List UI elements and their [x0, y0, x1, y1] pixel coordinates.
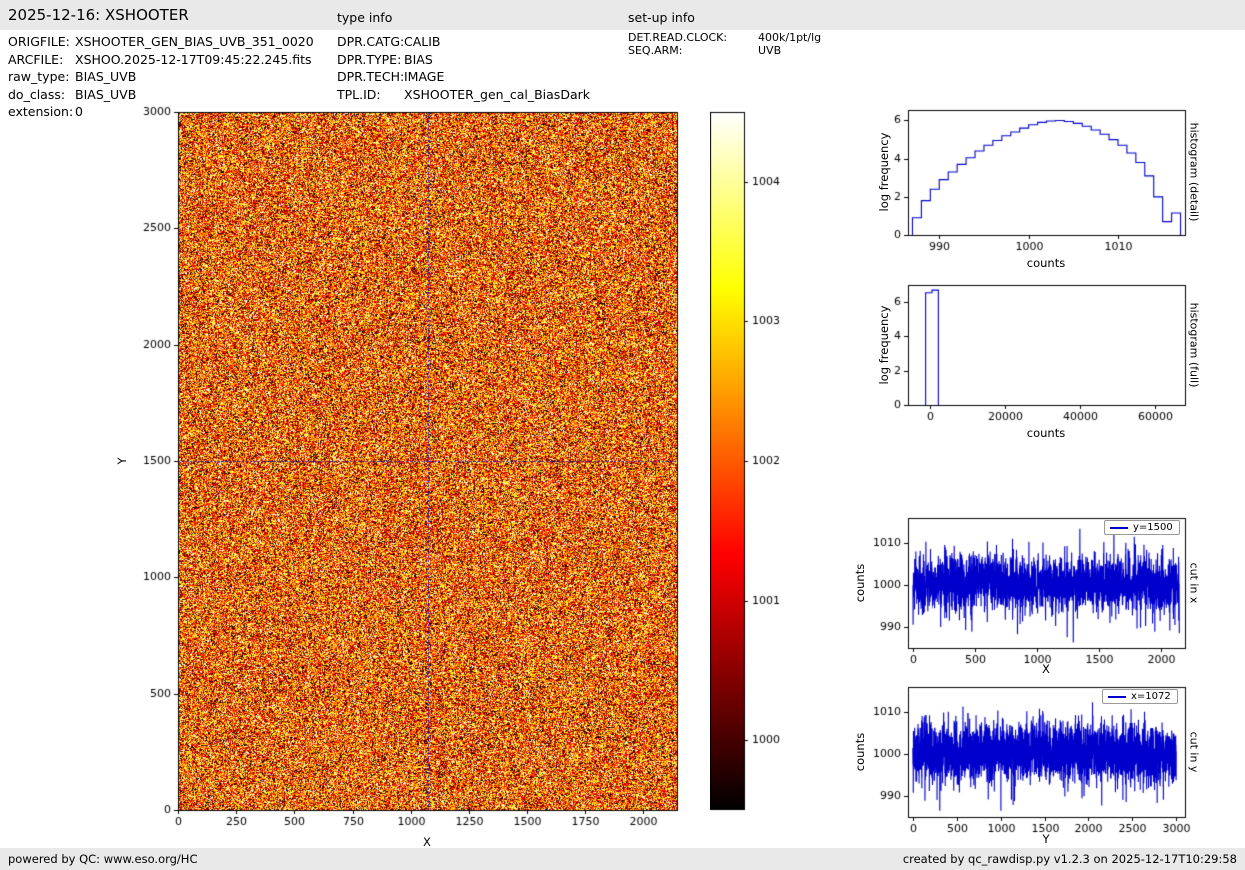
metadata-value: 400k/1pt/lg: [758, 32, 821, 45]
metadata-row: ORIGFILE:XSHOOTER_GEN_BIAS_UVB_351_0020: [8, 33, 314, 51]
colorbar: [710, 106, 800, 818]
metadata-value: CALIB: [404, 33, 441, 51]
metadata-key: ARCFILE:: [8, 51, 75, 69]
hist-detail-x-axis-label: counts: [1027, 256, 1065, 270]
legend-line-sample: [1108, 696, 1126, 698]
metadata-key: DPR.TYPE:: [337, 51, 404, 69]
bias-image-plot: [130, 100, 692, 840]
metadata-key: DET.READ.CLOCK:: [628, 32, 758, 45]
metadata-row: DET.READ.CLOCK:400k/1pt/lg: [628, 32, 821, 45]
cut-x-x-axis-label: X: [1042, 662, 1050, 676]
metadata-row: DPR.CATG:CALIB: [337, 33, 590, 51]
metadata-key: ORIGFILE:: [8, 33, 75, 51]
metadata-row: DPR.TYPE:BIAS: [337, 51, 590, 69]
metadata-key: extension:: [8, 103, 75, 121]
page-title: 2025-12-16: XSHOOTER: [8, 6, 189, 24]
metadata-row: SEQ.ARM:UVB: [628, 45, 821, 58]
setup-info-block: DET.READ.CLOCK:400k/1pt/lgSEQ.ARM:UVB: [628, 32, 821, 57]
setup-info-header: set-up info: [628, 10, 695, 25]
hist-full-y-axis-label: log frequency: [877, 306, 891, 385]
cut-x-y-axis-label: counts: [853, 564, 867, 602]
metadata-key: DPR.TECH:: [337, 68, 404, 86]
cut-y-legend: x=1072: [1102, 689, 1178, 704]
metadata-value: UVB: [758, 45, 781, 58]
metadata-key: SEQ.ARM:: [628, 45, 758, 58]
hist-full-x-axis-label: counts: [1027, 426, 1065, 440]
main-x-axis-label: X: [423, 835, 431, 849]
metadata-key: DPR.CATG:: [337, 33, 404, 51]
metadata-row: raw_type:BIAS_UVB: [8, 68, 314, 86]
metadata-key: raw_type:: [8, 68, 75, 86]
hist-detail-y-axis-label: log frequency: [877, 133, 891, 212]
footer-bar: powered by QC: www.eso.org/HC created by…: [0, 848, 1245, 870]
header-bar: 2025-12-16: XSHOOTER type info set-up in…: [0, 0, 1245, 30]
metadata-row: ARCFILE:XSHOO.2025-12-17T09:45:22.245.fi…: [8, 51, 314, 69]
hist-full-right-label: histogram (full): [1188, 303, 1201, 388]
metadata-value: 0: [75, 103, 83, 121]
histogram-detail-plot: [858, 100, 1195, 270]
legend-line-sample: [1110, 527, 1128, 529]
footer-credit-qc: powered by QC: www.eso.org/HC: [8, 852, 197, 866]
metadata-key: do_class:: [8, 86, 75, 104]
metadata-value: XSHOOTER_GEN_BIAS_UVB_351_0020: [75, 33, 314, 51]
cut-x-legend: y=1500: [1104, 520, 1180, 535]
main-y-axis-label: Y: [115, 457, 129, 464]
type-info-header: type info: [337, 10, 392, 25]
metadata-value: BIAS_UVB: [75, 86, 136, 104]
cut-x-right-label: cut in x: [1188, 563, 1201, 604]
cut-y-legend-label: x=1072: [1131, 691, 1171, 702]
metadata-value: XSHOO.2025-12-17T09:45:22.245.fits: [75, 51, 312, 69]
metadata-value: BIAS: [404, 51, 433, 69]
type-info-block: DPR.CATG:CALIBDPR.TYPE:BIASDPR.TECH:IMAG…: [337, 33, 590, 103]
cut-x-legend-label: y=1500: [1133, 522, 1173, 533]
hist-detail-right-label: histogram (detail): [1188, 123, 1201, 222]
metadata-row: DPR.TECH:IMAGE: [337, 68, 590, 86]
metadata-value: IMAGE: [404, 68, 444, 86]
metadata-value: BIAS_UVB: [75, 68, 136, 86]
cut-y-right-label: cut in y: [1188, 732, 1201, 773]
cut-y-x-axis-label: Y: [1042, 832, 1049, 846]
histogram-full-plot: [858, 275, 1195, 440]
cut-y-y-axis-label: counts: [853, 733, 867, 771]
footer-created-by: created by qc_rawdisp.py v1.2.3 on 2025-…: [903, 852, 1237, 866]
